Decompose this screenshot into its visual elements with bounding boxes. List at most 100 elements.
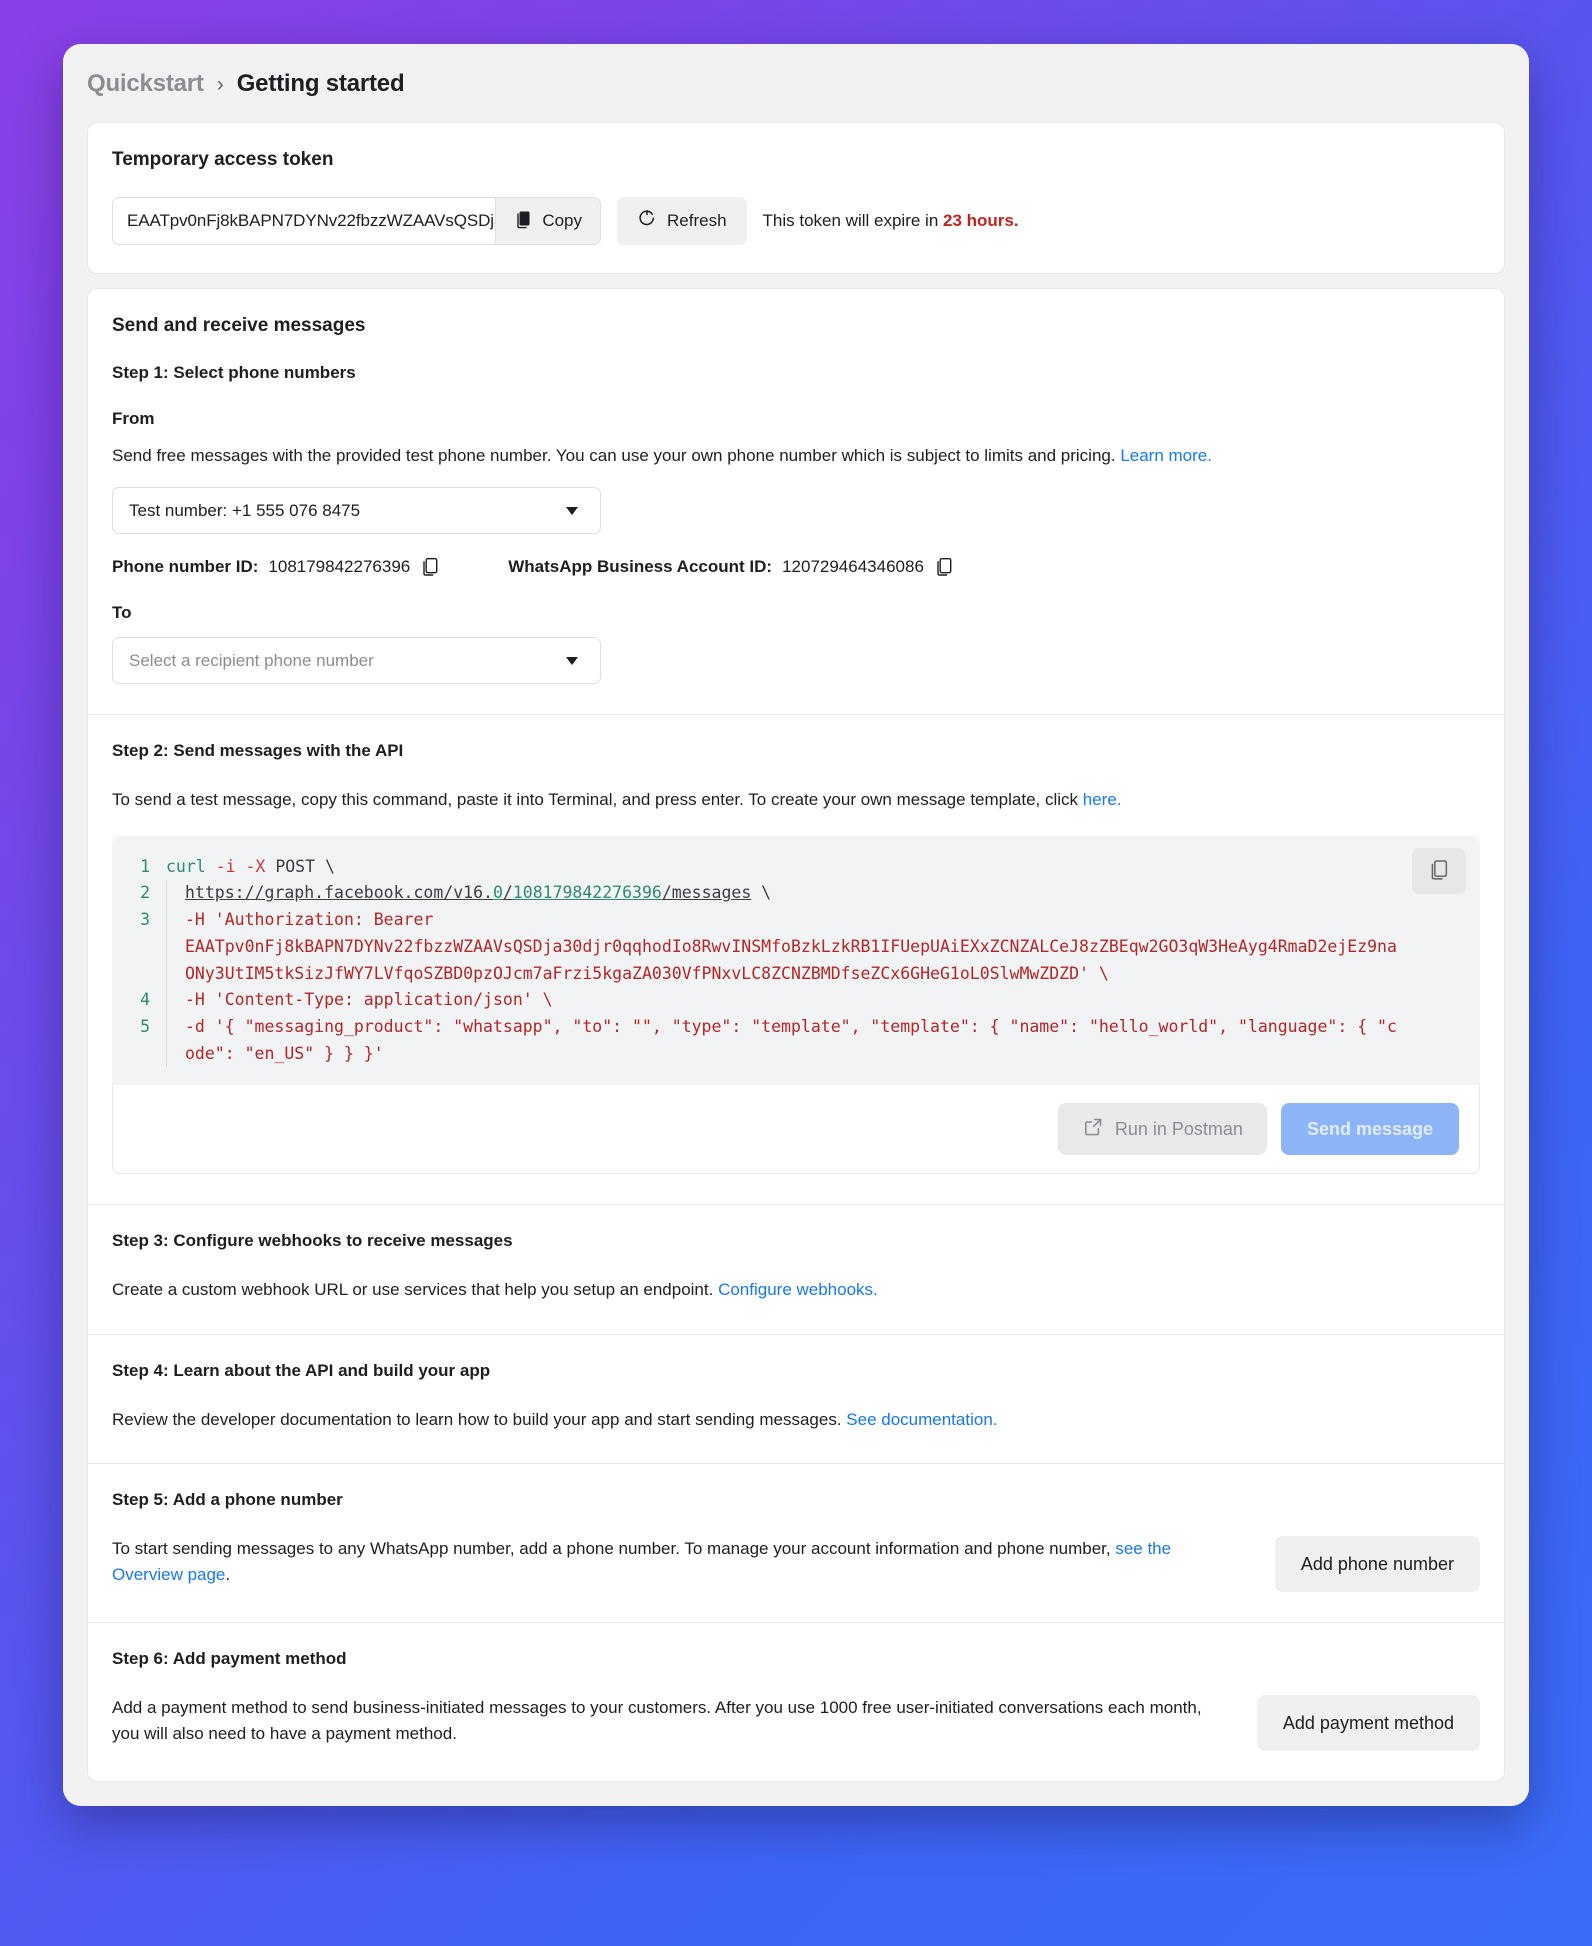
copy-icon — [1428, 858, 1450, 884]
send-receive-messages-card: Send and receive messages Step 1: Select… — [87, 288, 1505, 1783]
code-line-number: 2 — [140, 883, 150, 903]
step-6-description: Add a payment method to send business-in… — [112, 1698, 1202, 1744]
token-card-title: Temporary access token — [112, 149, 334, 170]
configure-webhooks-link[interactable]: Configure webhooks. — [718, 1280, 878, 1299]
run-in-postman-label: Run in Postman — [1114, 1118, 1243, 1139]
step-2-description: To send a test message, copy this comman… — [112, 787, 1480, 813]
learn-more-link[interactable]: Learn more. — [1120, 446, 1212, 465]
breadcrumb: Quickstart › Getting started — [63, 44, 1529, 122]
code-token-url-tail: /messages — [661, 883, 752, 903]
code-line-content: -H 'Authorization: Bearer EAATpv0nFj8kBA… — [166, 907, 1480, 988]
code-line-content: curl -i -X POST \ — [166, 854, 1480, 881]
run-in-postman-button[interactable]: Run in Postman — [1057, 1103, 1267, 1156]
code-line-5: 5 -d '{ "messaging_product": "whatsapp",… — [112, 1014, 1480, 1068]
step-1-section: Send and receive messages Step 1: Select… — [88, 289, 1504, 714]
chevron-down-icon — [566, 506, 578, 515]
phone-ids-row: Phone number ID: 108179842276396 WhatsAp… — [112, 556, 1480, 577]
token-expiry-value: 23 hours. — [943, 211, 1019, 230]
waba-id-value: 120729464346086 — [782, 556, 924, 576]
copy-code-button[interactable] — [1412, 847, 1466, 894]
code-line-3: 3 -H 'Authorization: Bearer EAATpv0nFj8k… — [112, 907, 1480, 988]
send-receive-title: Send and receive messages — [112, 315, 366, 336]
step-6-row: Add a payment method to send business-in… — [112, 1695, 1480, 1752]
here-link[interactable]: here. — [1083, 790, 1122, 809]
step-4-title: Step 4: Learn about the API and build yo… — [112, 1360, 491, 1380]
to-phone-select-placeholder: Select a recipient phone number — [129, 650, 374, 670]
code-line-number: 5 — [140, 1017, 150, 1036]
add-phone-number-button[interactable]: Add phone number — [1274, 1536, 1480, 1593]
copy-token-label: Copy — [542, 211, 582, 230]
code-line-1: 1 curl -i -X POST \ — [112, 854, 1480, 881]
copy-token-button[interactable]: Copy — [495, 198, 600, 244]
step-4-description-text: Review the developer documentation to le… — [112, 1409, 847, 1429]
send-message-button[interactable]: Send message — [1280, 1103, 1459, 1156]
step-4-section: Step 4: Learn about the API and build yo… — [88, 1333, 1504, 1463]
phone-number-id-label: Phone number ID: — [112, 556, 259, 576]
temporary-access-token-card: Temporary access token EAATpv0nFj8kBAPN7… — [87, 122, 1505, 274]
curl-code-block: 1 curl -i -X POST \ 2 https://graph.face… — [112, 835, 1480, 1086]
step-3-title: Step 3: Configure webhooks to receive me… — [112, 1231, 513, 1251]
token-input-group: EAATpv0nFj8kBAPN7DYNv22fbzzWZAAVsQSDja3…… — [112, 197, 601, 245]
copy-waba-id-icon[interactable] — [934, 556, 954, 577]
step-2-description-text: To send a test message, copy this comman… — [112, 790, 1083, 810]
code-line-content: https://graph.facebook.com/v16.0/1081798… — [166, 880, 1480, 908]
step-2-section: Step 2: Send messages with the API To se… — [88, 714, 1504, 1204]
waba-id-label: WhatsApp Business Account ID: — [508, 556, 773, 576]
code-line-number: 1 — [140, 856, 150, 876]
phone-number-id-group: Phone number ID: 108179842276396 — [112, 556, 440, 577]
code-line-2: 2 https://graph.facebook.com/v16.0/10817… — [112, 880, 1480, 908]
code-line-content: -H 'Content-Type: application/json' \ — [166, 987, 1480, 1014]
phone-number-id-value: 108179842276396 — [268, 556, 411, 576]
chevron-down-icon — [566, 656, 578, 665]
token-expiry-prefix: This token will expire in — [762, 211, 943, 230]
step-3-section: Step 3: Configure webhooks to receive me… — [88, 1204, 1504, 1333]
code-token-url-head: https://graph.facebook.com/v16. — [185, 883, 493, 903]
step-1-title: Step 1: Select phone numbers — [112, 363, 356, 382]
code-line-4: 4 -H 'Content-Type: application/json' \ — [112, 987, 1480, 1014]
see-documentation-link[interactable]: See documentation. — [846, 1410, 997, 1429]
refresh-icon — [637, 209, 657, 234]
refresh-token-label: Refresh — [667, 211, 727, 230]
to-label: To — [112, 603, 132, 623]
breadcrumb-current: Getting started — [236, 70, 405, 97]
step-5-title: Step 5: Add a phone number — [112, 1490, 343, 1510]
from-phone-select[interactable]: Test number: +1 555 076 8475 — [112, 487, 601, 535]
token-row: EAATpv0nFj8kBAPN7DYNv22fbzzWZAAVsQSDja3…… — [112, 197, 1480, 245]
from-phone-select-value: Test number: +1 555 076 8475 — [129, 500, 361, 520]
step-5-description-text: To start sending messages to any WhatsAp… — [112, 1539, 1116, 1559]
code-line-number: 4 — [140, 990, 150, 1010]
code-line-content: -d '{ "messaging_product": "whatsapp", "… — [166, 1014, 1480, 1068]
step-3-description: Create a custom webhook URL or use servi… — [112, 1277, 1480, 1303]
step-5-description-end: . — [225, 1565, 231, 1585]
code-token-curl: curl — [166, 856, 206, 876]
code-line-number: 3 — [140, 910, 150, 930]
breadcrumb-parent[interactable]: Quickstart — [87, 70, 204, 98]
code-token-continuation: \ — [751, 883, 772, 903]
step-5-description: To start sending messages to any WhatsAp… — [112, 1536, 1212, 1589]
step-3-description-text: Create a custom webhook URL or use servi… — [112, 1280, 719, 1300]
from-description-text: Send free messages with the provided tes… — [112, 446, 1121, 465]
step-5-row: To start sending messages to any WhatsAp… — [112, 1536, 1480, 1593]
step-6-section: Step 6: Add payment method Add a payment… — [88, 1622, 1504, 1781]
add-payment-method-button[interactable]: Add payment method — [1256, 1695, 1480, 1752]
refresh-token-button[interactable]: Refresh — [617, 197, 747, 245]
to-phone-select[interactable]: Select a recipient phone number — [112, 637, 601, 685]
chevron-right-icon: › — [216, 72, 224, 96]
code-token-api-version: 0 — [492, 883, 503, 903]
step-6-title: Step 6: Add payment method — [112, 1649, 347, 1669]
code-token-post: POST \ — [275, 856, 335, 876]
from-label: From — [112, 409, 155, 428]
step-5-section: Step 5: Add a phone number To start send… — [88, 1463, 1504, 1622]
code-token-flag-i: -i — [215, 856, 236, 876]
copy-phone-number-id-icon[interactable] — [420, 556, 440, 577]
from-description: Send free messages with the provided tes… — [112, 443, 1480, 469]
access-token-field[interactable]: EAATpv0nFj8kBAPN7DYNv22fbzzWZAAVsQSDja3… — [113, 198, 495, 244]
code-actions-bar: Run in Postman Send message — [112, 1085, 1480, 1175]
waba-id-group: WhatsApp Business Account ID: 1207294643… — [508, 556, 954, 577]
quickstart-window: Quickstart › Getting started Temporary a… — [63, 44, 1529, 1807]
copy-icon — [514, 209, 533, 234]
step-4-description: Review the developer documentation to le… — [112, 1407, 1480, 1433]
external-link-icon — [1082, 1116, 1104, 1143]
page-body: Temporary access token EAATpv0nFj8kBAPN7… — [63, 122, 1529, 1807]
token-expiry-text: This token will expire in 23 hours. — [763, 211, 1019, 231]
